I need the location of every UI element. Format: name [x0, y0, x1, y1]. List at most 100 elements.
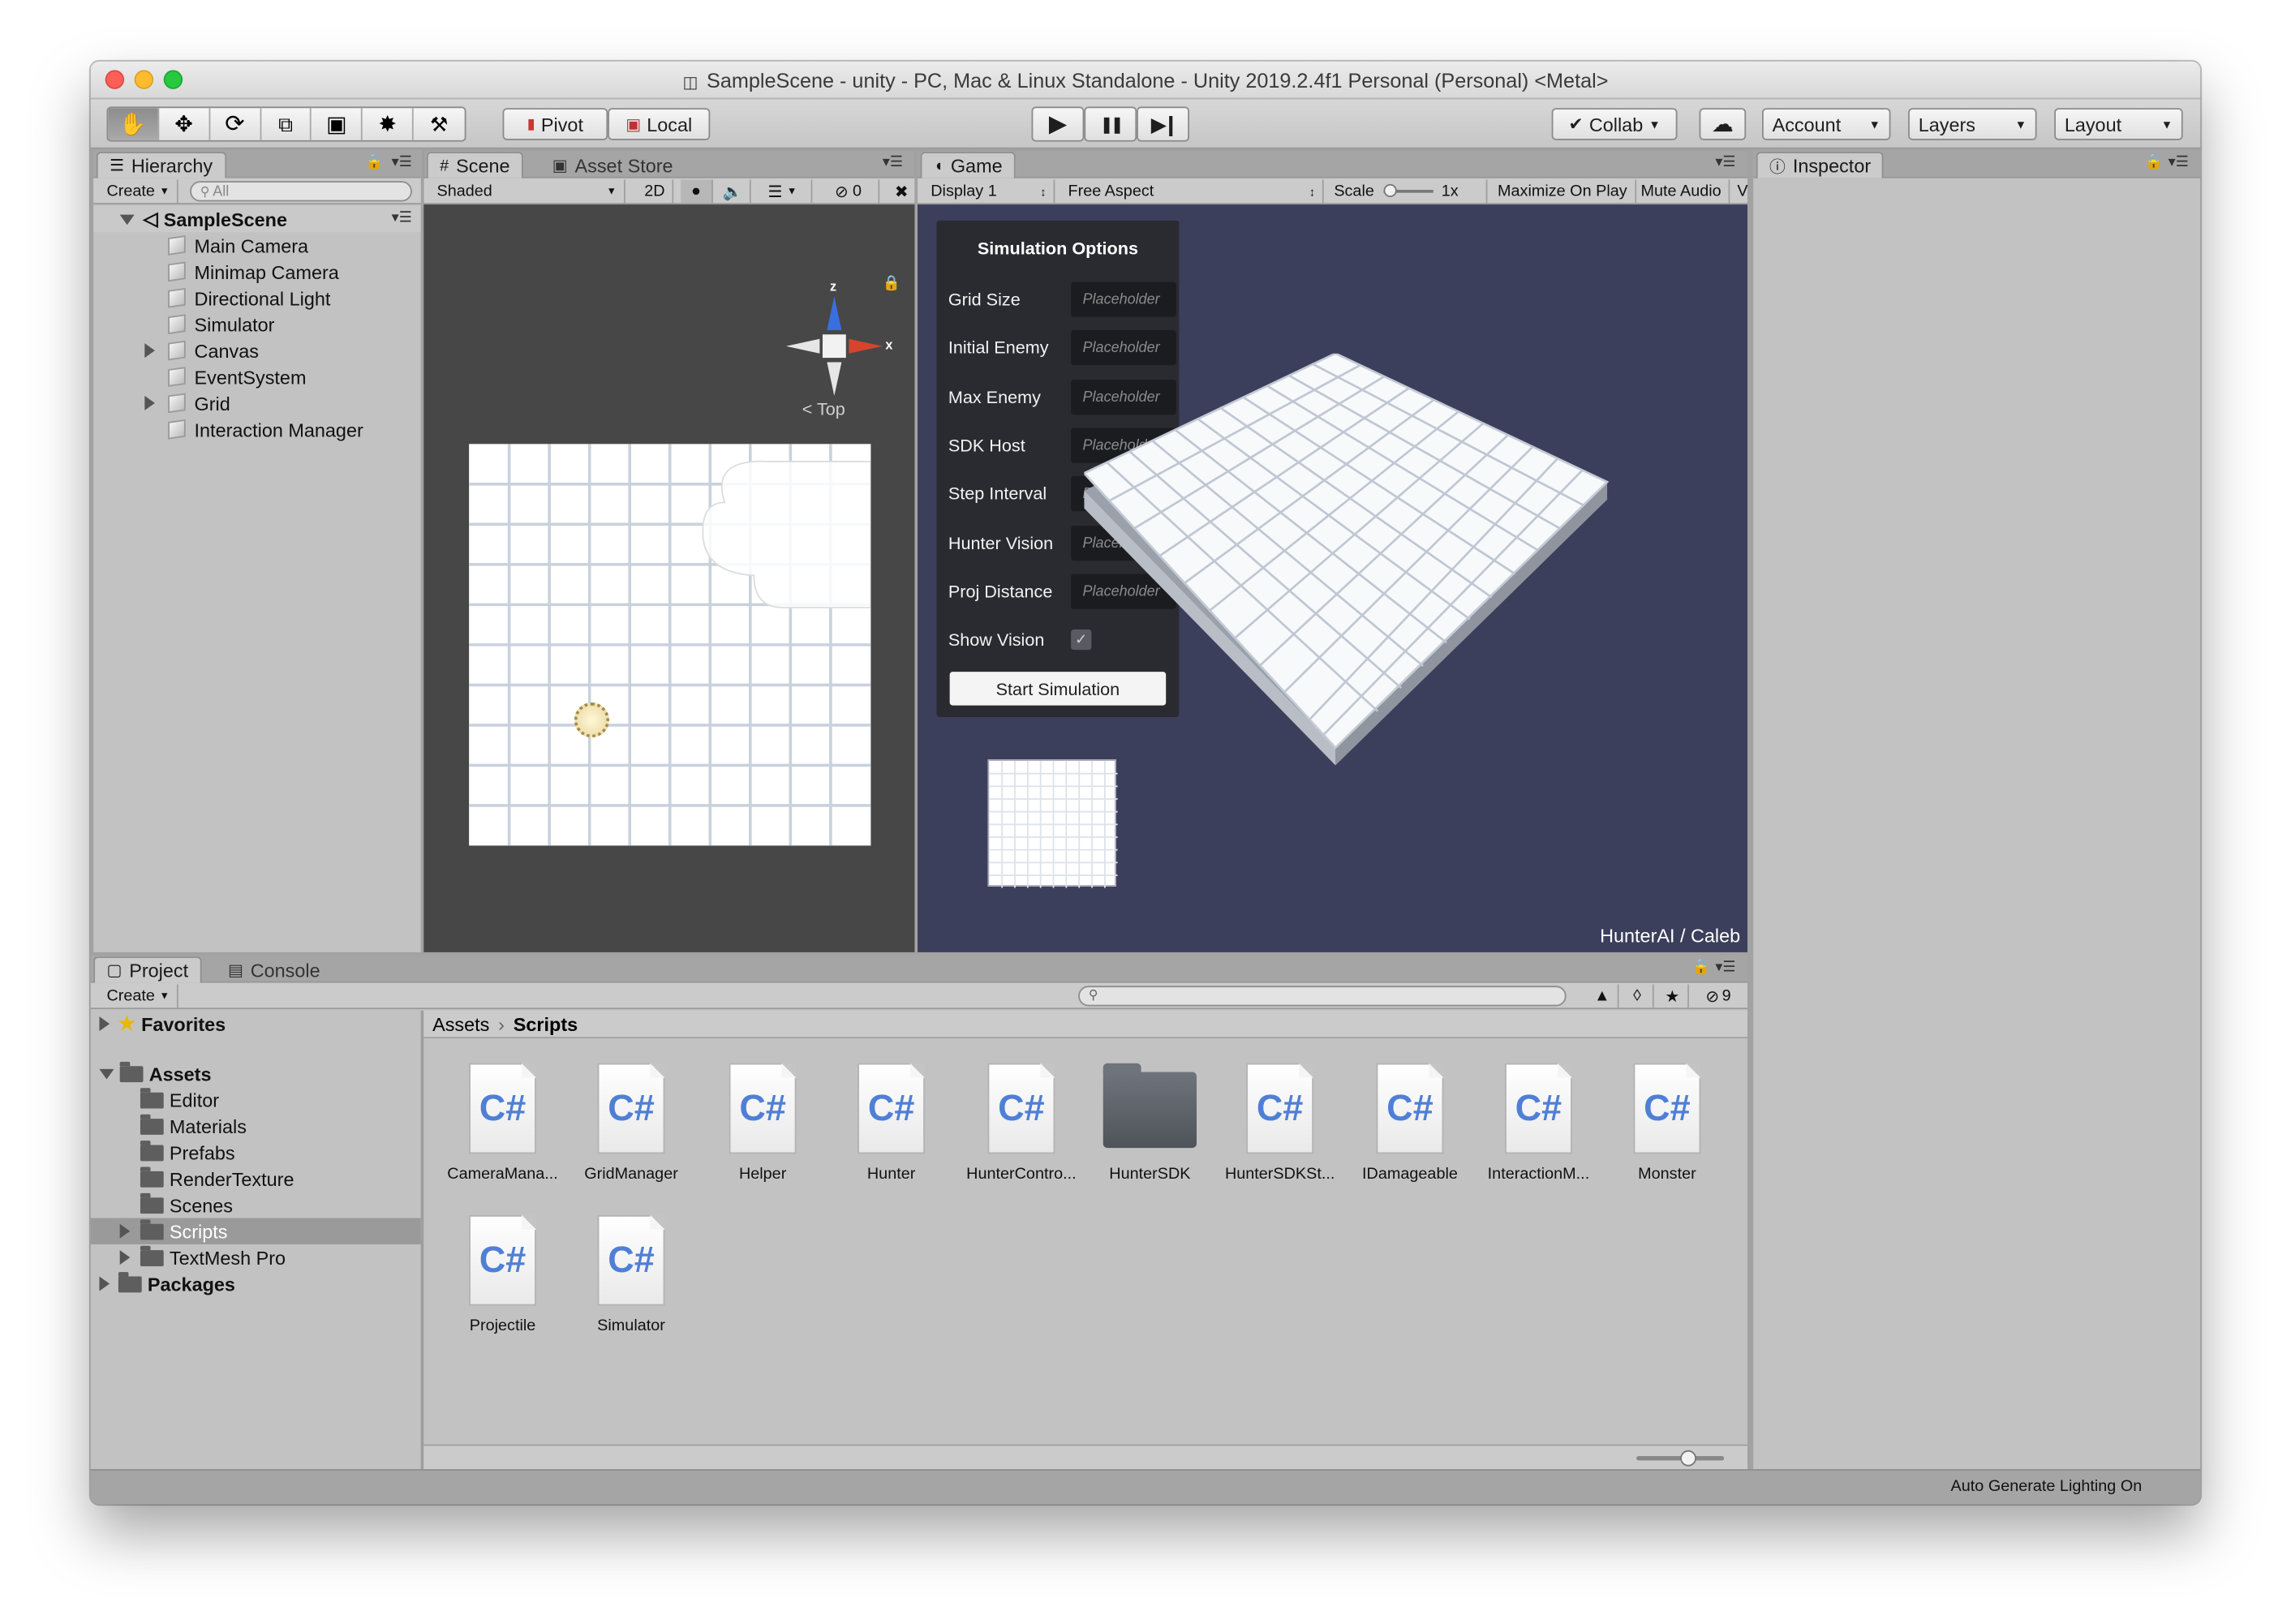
- tab-project[interactable]: ▢ Project: [93, 956, 202, 983]
- tree-folder[interactable]: Prefabs: [91, 1139, 421, 1165]
- icon-size-slider[interactable]: [1636, 1450, 1725, 1467]
- hierarchy-item[interactable]: Directional Light: [93, 285, 420, 311]
- step-button[interactable]: ▶❙: [1137, 106, 1190, 142]
- lock-icon[interactable]: 🔒: [1692, 960, 1710, 976]
- lock-icon[interactable]: 🔒: [2145, 155, 2163, 171]
- lighting-toggle[interactable]: ●: [681, 179, 713, 204]
- collapse-arrow-icon[interactable]: [119, 1250, 131, 1265]
- effects-dropdown[interactable]: ☰ ▼: [754, 179, 813, 204]
- tree-folder[interactable]: RenderTexture: [91, 1166, 421, 1192]
- hierarchy-search-input[interactable]: ⚲ All: [190, 181, 412, 202]
- hierarchy-item[interactable]: Grid: [93, 390, 420, 416]
- hierarchy-item[interactable]: Minimap Camera: [93, 259, 420, 285]
- 2d-toggle[interactable]: 2D: [637, 179, 674, 204]
- filter-type-button[interactable]: ▲: [1587, 984, 1619, 1008]
- filter-label-button[interactable]: ◊: [1622, 984, 1654, 1008]
- scale-slider[interactable]: Scale 1x: [1326, 179, 1488, 204]
- tab-hierarchy[interactable]: ☰ Hierarchy: [96, 152, 226, 178]
- game-overflow-button[interactable]: V: [1730, 179, 1755, 203]
- panel-menu-icon[interactable]: ▾☰: [883, 155, 903, 171]
- collapse-arrow-icon[interactable]: [144, 395, 155, 410]
- hierarchy-create-button[interactable]: Create ▼: [99, 179, 178, 204]
- rotate-tool-button[interactable]: ⟳: [210, 108, 261, 140]
- layout-dropdown[interactable]: Layout ▼: [2054, 108, 2183, 140]
- tab-scene[interactable]: # Scene: [426, 152, 523, 178]
- collapse-arrow-icon[interactable]: [99, 1276, 110, 1291]
- move-tool-button[interactable]: ✥: [159, 108, 210, 140]
- play-button[interactable]: ▶: [1031, 106, 1085, 142]
- asset-item[interactable]: C# Helper: [697, 1063, 828, 1183]
- asset-item[interactable]: C# InteractionM...: [1472, 1063, 1604, 1183]
- tree-folder[interactable]: Scenes: [91, 1192, 421, 1218]
- breadcrumb-scripts[interactable]: Scripts: [514, 1013, 578, 1035]
- tab-console[interactable]: ▤ Console: [217, 956, 332, 982]
- asset-item[interactable]: C# Projectile: [436, 1214, 568, 1335]
- asset-item[interactable]: C# Simulator: [565, 1214, 697, 1335]
- scene-root-row[interactable]: ◁ SampleScene ▾☰: [93, 205, 421, 233]
- transform-tool-button[interactable]: ✸: [363, 108, 414, 140]
- scale-tool-button[interactable]: ⧉: [261, 108, 312, 140]
- collab-dropdown[interactable]: ✔ Collab ▼: [1551, 108, 1678, 140]
- custom-tool-button[interactable]: ⚒: [414, 108, 465, 140]
- expand-arrow-icon[interactable]: [119, 213, 135, 225]
- asset-item[interactable]: C# GridManager: [565, 1063, 697, 1183]
- breadcrumb-assets[interactable]: Assets: [432, 1013, 489, 1035]
- asset-item[interactable]: C# HunterContro...: [956, 1063, 1087, 1183]
- icon-size-knob[interactable]: [1680, 1450, 1696, 1467]
- local-button[interactable]: ▣ Local: [608, 108, 711, 140]
- hand-tool-button[interactable]: ✋: [108, 108, 160, 140]
- asset-item[interactable]: C# CameraMana...: [436, 1063, 568, 1183]
- layers-dropdown[interactable]: Layers ▼: [1908, 108, 2037, 140]
- hierarchy-item[interactable]: Simulator: [93, 311, 420, 337]
- asset-item[interactable]: C# IDamageable: [1344, 1063, 1476, 1183]
- directional-light-gizmo[interactable]: [574, 702, 610, 738]
- hierarchy-item[interactable]: Canvas: [93, 337, 420, 363]
- lock-icon[interactable]: 🔒: [365, 155, 383, 171]
- panel-menu-icon[interactable]: ▾☰: [1715, 960, 1735, 976]
- hierarchy-item[interactable]: Interaction Manager: [93, 416, 420, 442]
- gizmo-tools-button[interactable]: ✖: [888, 179, 914, 203]
- tab-game[interactable]: ◖ Game: [920, 152, 1016, 178]
- tab-asset-store[interactable]: ▣ Asset Store: [540, 152, 685, 178]
- scene-axis-gizmo[interactable]: z x 🔒: [783, 276, 900, 413]
- aspect-dropdown[interactable]: Free Aspect ↕: [1061, 179, 1324, 204]
- panel-menu-icon[interactable]: ▾☰: [392, 155, 412, 171]
- collapse-arrow-icon[interactable]: [144, 343, 155, 359]
- project-create-button[interactable]: Create ▼: [99, 984, 178, 1008]
- gizmo-view-label[interactable]: < Top: [802, 399, 845, 419]
- hidden-packages-toggle[interactable]: ⊘ 9: [1692, 984, 1745, 1007]
- display-dropdown[interactable]: Display 1 ↕: [923, 179, 1055, 204]
- collapse-arrow-icon[interactable]: [119, 1223, 131, 1239]
- scale-track[interactable]: [1382, 183, 1433, 198]
- tree-divider[interactable]: [420, 1010, 424, 1470]
- maximize-on-play-toggle[interactable]: Maximize On Play: [1490, 179, 1636, 204]
- scene-menu-icon[interactable]: ▾☰: [392, 210, 412, 226]
- gizmo-lock-icon[interactable]: 🔒: [883, 276, 900, 292]
- favorites-button[interactable]: ★: [1657, 984, 1689, 1008]
- asset-item[interactable]: HunterSDK: [1084, 1063, 1215, 1183]
- project-search-input[interactable]: ⚲: [1078, 986, 1567, 1007]
- pause-button[interactable]: ❚❚: [1084, 106, 1137, 142]
- collapse-arrow-icon[interactable]: [99, 1016, 110, 1032]
- account-dropdown[interactable]: Account ▼: [1762, 108, 1891, 140]
- hierarchy-item[interactable]: EventSystem: [93, 363, 420, 389]
- hidden-objects-toggle[interactable]: ⊘ 0: [819, 179, 880, 204]
- mute-audio-toggle[interactable]: Mute Audio: [1634, 179, 1730, 204]
- tree-favorites[interactable]: ★ Favorites: [91, 1011, 421, 1037]
- panel-menu-icon[interactable]: ▾☰: [1715, 155, 1735, 171]
- tree-folder[interactable]: Materials: [91, 1113, 421, 1139]
- asset-item[interactable]: C# Hunter: [826, 1063, 957, 1183]
- shading-mode-dropdown[interactable]: Shaded ▼: [429, 179, 625, 204]
- tree-packages[interactable]: Packages: [91, 1270, 421, 1296]
- asset-item[interactable]: C# HunterSDKSt...: [1214, 1063, 1346, 1183]
- scene-grid-plane[interactable]: [469, 444, 872, 846]
- expand-arrow-icon[interactable]: [99, 1068, 114, 1079]
- audio-toggle[interactable]: 🔈: [716, 179, 751, 204]
- tree-folder[interactable]: Editor: [91, 1086, 421, 1112]
- panel-menu-icon[interactable]: ▾☰: [2168, 155, 2189, 171]
- tree-folder[interactable]: TextMesh Pro: [91, 1244, 421, 1270]
- scale-knob[interactable]: [1382, 183, 1396, 198]
- pivot-button[interactable]: ▮ Pivot: [502, 108, 608, 140]
- rect-tool-button[interactable]: ▣: [312, 108, 363, 140]
- grid-size-input[interactable]: Placeholder: [1071, 281, 1176, 317]
